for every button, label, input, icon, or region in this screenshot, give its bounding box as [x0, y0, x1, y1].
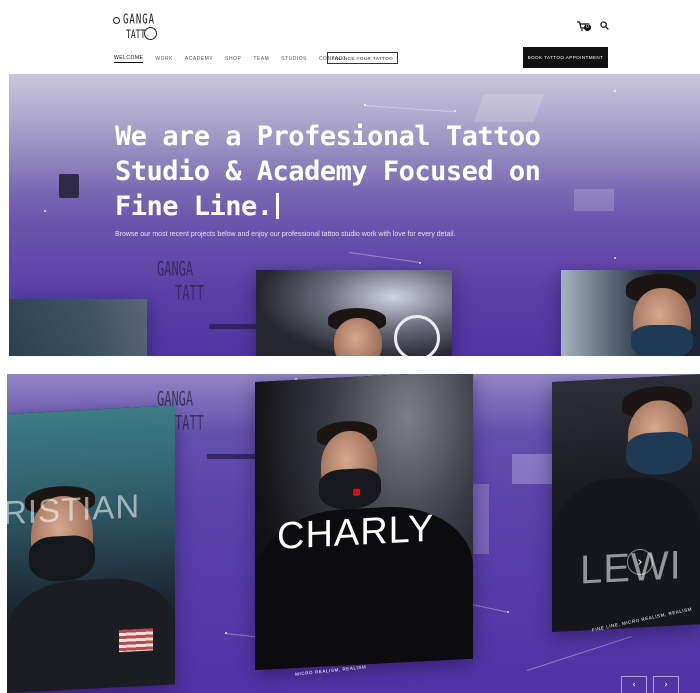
mask-logo [353, 488, 360, 496]
hero-banner: We are a Profesional Tattoo Studio & Aca… [9, 74, 700, 356]
ceiling-light [473, 94, 545, 122]
constellation-dot [44, 210, 46, 212]
hero-subtitle: Browse our most recent projects below an… [115, 231, 456, 238]
carousel-next-button[interactable]: › [653, 676, 679, 693]
constellation-line [526, 636, 632, 671]
artist-card-left[interactable]: RISTIAN [7, 405, 175, 693]
search-icon[interactable] [600, 21, 609, 30]
artist-name-center: CHARLY [277, 507, 435, 558]
artist-card-right[interactable]: LEWI [552, 374, 700, 632]
artists-carousel: GANGA TATT RISTIAN CHARLY MICRO REALISM,… [7, 374, 700, 693]
nav-shop[interactable]: SHOP [225, 55, 241, 63]
headline-line1: We are a Profesional Tattoo [115, 121, 541, 152]
flag-patch [119, 628, 153, 653]
logo-line2: TATT [126, 28, 146, 41]
constellation-line [466, 603, 509, 613]
artist-card-preview-right[interactable] [561, 270, 700, 356]
cart-count-badge: 0 [584, 24, 591, 31]
headline-line2: Studio & Academy Focused on [115, 156, 541, 187]
carousel-prev-button[interactable]: ‹ [621, 676, 647, 693]
ring-light [394, 315, 440, 356]
artist-card-preview-left[interactable] [9, 299, 147, 356]
finance-your-tattoo-button[interactable]: FINANCE YOUR TATTOO [327, 52, 398, 64]
artist-name-left: RISTIAN [7, 487, 141, 532]
headline-line3-text: Fine Line. [115, 191, 273, 222]
artist-card-preview-center[interactable] [256, 270, 452, 356]
wall-shelf [207, 454, 262, 459]
nav-academy[interactable]: ACADEMY [185, 55, 213, 63]
nav-work[interactable]: WORK [155, 55, 173, 63]
nav-team[interactable]: TEAM [253, 55, 269, 63]
logo-dot [113, 17, 120, 24]
nav-studios[interactable]: STUDIOS [281, 55, 307, 63]
wall-logo: GANGA TATT [157, 258, 204, 304]
logo-circle [144, 27, 157, 40]
wall-logo-line2: TATT [175, 412, 204, 435]
constellation-line [348, 252, 421, 264]
artist-face [334, 318, 382, 356]
wall-logo-line1: GANGA [157, 258, 194, 281]
chevron-right-icon[interactable]: › [627, 549, 653, 575]
hero-headline: We are a Profesional Tattoo Studio & Aca… [115, 119, 635, 224]
constellation-dot [614, 257, 616, 259]
book-appointment-button[interactable]: BOOK TATTOO APPOINTMENT [523, 47, 608, 68]
nav-welcome[interactable]: WELCOME [114, 54, 144, 63]
constellation-dot [614, 90, 616, 92]
site-header: GANGA TATT 0 WELCOME WORK ACADEMY SHOP T… [0, 0, 700, 72]
wall-speaker [59, 174, 79, 198]
artist-card-center[interactable]: CHARLY [255, 374, 473, 670]
ganga-tattoo-logo[interactable]: GANGA TATT [113, 12, 163, 44]
logo-line1: GANGA [123, 13, 156, 28]
artist-mask [631, 325, 693, 356]
typing-cursor [275, 193, 279, 219]
main-nav: WELCOME WORK ACADEMY SHOP TEAM STUDIOS C… [114, 54, 358, 63]
wall-logo-line2: TATT [175, 282, 204, 305]
card-photo [9, 299, 147, 356]
wall-frame [512, 454, 557, 484]
headline-line3: Fine Line. [115, 189, 635, 224]
